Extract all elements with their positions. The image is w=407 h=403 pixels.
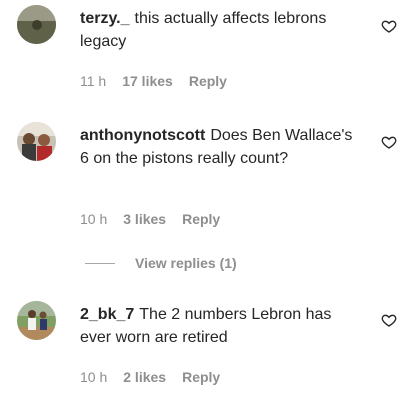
comment-time[interactable]: 10 h <box>80 369 107 385</box>
reply-button[interactable]: Reply <box>182 369 220 385</box>
reply-button[interactable]: Reply <box>189 73 227 89</box>
avatar[interactable] <box>17 122 56 161</box>
reply-button[interactable]: Reply <box>182 211 220 227</box>
comment-meta: 10 h 3 likes Reply <box>80 211 220 227</box>
comment-username[interactable]: terzy._ <box>80 10 130 27</box>
comment-time[interactable]: 11 h <box>80 73 106 89</box>
view-replies-button[interactable]: View replies (1) <box>85 255 237 271</box>
comment-time[interactable]: 10 h <box>80 211 107 227</box>
view-replies-label: View replies (1) <box>135 255 237 271</box>
comment-text-block: terzy._ this actually affects lebrons leg… <box>80 7 365 53</box>
comment-meta: 10 h 2 likes Reply <box>80 369 220 385</box>
comment-likes[interactable]: 2 likes <box>123 369 166 385</box>
comment-username[interactable]: anthonynotscott <box>80 127 205 144</box>
avatar-photo <box>17 122 56 161</box>
avatar[interactable] <box>17 301 56 340</box>
comment-likes[interactable]: 17 likes <box>122 73 173 89</box>
avatar-photo <box>17 5 56 44</box>
comment-text-block: anthonynotscott Does Ben Wallace's 6 on t… <box>80 124 365 170</box>
comment-username[interactable]: 2_bk_7 <box>80 306 134 323</box>
heart-icon[interactable] <box>381 312 397 328</box>
comment-meta: 11 h 17 likes Reply <box>80 73 227 89</box>
avatar[interactable] <box>17 5 56 44</box>
heart-icon[interactable] <box>381 134 397 150</box>
heart-icon[interactable] <box>381 18 397 34</box>
avatar-photo <box>17 301 56 340</box>
comment-likes[interactable]: 3 likes <box>123 211 166 227</box>
comment-text-block: 2_bk_7 The 2 numbers Lebron has ever worn… <box>80 303 365 349</box>
divider-line <box>85 262 115 264</box>
